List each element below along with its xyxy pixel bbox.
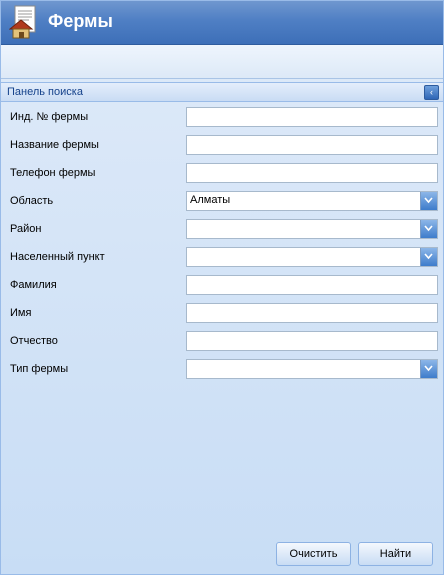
region-label: Область (10, 195, 54, 207)
settlement-row: Населенный пункт (1, 246, 443, 268)
surname-row: Фамилия (1, 274, 443, 296)
first-name-input[interactable] (186, 303, 438, 323)
chevron-down-icon[interactable] (420, 220, 437, 238)
region-row: Область Алматы (1, 190, 443, 212)
farm-id-input[interactable] (186, 107, 438, 127)
region-select[interactable]: Алматы (186, 191, 438, 211)
settlement-select[interactable] (186, 247, 438, 267)
chevron-down-icon[interactable] (420, 248, 437, 266)
surname-label: Фамилия (10, 279, 57, 291)
farm-type-select[interactable] (186, 359, 438, 379)
region-selected-value: Алматы (190, 194, 231, 206)
title-bar: Фермы (1, 1, 443, 45)
farm-id-label: Инд. № фермы (10, 111, 89, 123)
patronymic-label: Отчество (10, 335, 58, 347)
clear-button[interactable]: Очистить (276, 542, 351, 566)
farms-window: Фермы Панель поиска ‹ Инд. № фермы Назва… (0, 0, 444, 575)
chevron-down-icon[interactable] (420, 360, 437, 378)
find-button[interactable]: Найти (358, 542, 433, 566)
patronymic-row: Отчество (1, 330, 443, 352)
district-select[interactable] (186, 219, 438, 239)
chevron-left-icon[interactable]: ‹ (424, 85, 439, 100)
search-panel-header[interactable]: Панель поиска ‹ (1, 82, 443, 102)
first-name-row: Имя (1, 302, 443, 324)
farm-house-document-icon (9, 5, 36, 39)
farm-name-row: Название фермы (1, 134, 443, 156)
farm-type-label: Тип фермы (10, 363, 69, 375)
farm-id-row: Инд. № фермы (1, 106, 443, 128)
chevron-down-icon[interactable] (420, 192, 437, 210)
search-panel-title: Панель поиска (7, 86, 83, 98)
farm-type-row: Тип фермы (1, 358, 443, 380)
farm-name-input[interactable] (186, 135, 438, 155)
district-row: Район (1, 218, 443, 240)
settlement-label: Населенный пункт (10, 251, 105, 263)
window-title: Фермы (48, 11, 113, 31)
first-name-label: Имя (10, 307, 32, 319)
surname-input[interactable] (186, 275, 438, 295)
farm-phone-row: Телефон фермы (1, 162, 443, 184)
farm-name-label: Название фермы (10, 139, 99, 151)
farm-phone-label: Телефон фермы (10, 167, 96, 179)
farm-phone-input[interactable] (186, 163, 438, 183)
patronymic-input[interactable] (186, 331, 438, 351)
toolbar (1, 45, 443, 79)
district-label: Район (10, 223, 42, 235)
